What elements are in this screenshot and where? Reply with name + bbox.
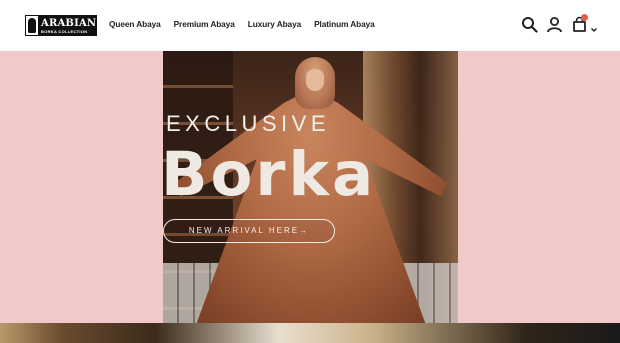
logo-text: ARABIAN BORKA COLLECTION — [39, 15, 97, 36]
header-actions — [521, 14, 598, 33]
nav-item-platinum-abaya[interactable]: Platinum Abaya — [314, 19, 375, 29]
logo-mark-icon — [25, 15, 39, 36]
next-section-preview — [0, 323, 620, 343]
chevron-down-icon[interactable] — [590, 21, 598, 32]
cart-button[interactable] — [571, 14, 598, 33]
hero-kicker: EXCLUSIVE — [166, 111, 330, 136]
logo-title: ARABIAN — [41, 17, 97, 29]
nav-item-luxury-abaya[interactable]: Luxury Abaya — [248, 19, 301, 29]
site-logo[interactable]: ARABIAN BORKA COLLECTION — [25, 15, 97, 36]
logo-subtitle: BORKA COLLECTION — [41, 28, 88, 34]
cart-count-badge — [581, 14, 588, 21]
main-nav: Queen Abaya Premium Abaya Luxury Abaya P… — [109, 19, 375, 29]
nav-item-queen-abaya[interactable]: Queen Abaya — [109, 19, 161, 29]
hero-title: Borka — [161, 139, 377, 210]
nav-item-premium-abaya[interactable]: Premium Abaya — [174, 19, 235, 29]
search-icon[interactable] — [521, 16, 538, 33]
model-face — [306, 69, 324, 91]
site-header: ARABIAN BORKA COLLECTION Queen Abaya Pre… — [0, 0, 620, 51]
new-arrival-button[interactable]: NEW ARRIVAL HERE→ — [163, 219, 335, 243]
account-icon[interactable] — [546, 16, 563, 33]
